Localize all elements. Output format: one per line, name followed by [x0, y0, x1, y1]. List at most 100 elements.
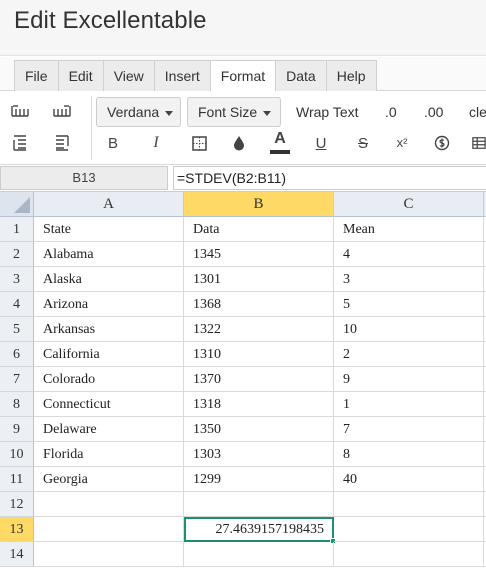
- tab-format[interactable]: Format: [209, 60, 276, 92]
- tab-edit[interactable]: Edit: [57, 60, 103, 91]
- cell-c-4[interactable]: 5: [334, 292, 484, 317]
- row-header[interactable]: 3: [0, 267, 34, 292]
- superscript-button[interactable]: x²: [391, 131, 413, 153]
- cell-a-9[interactable]: Delaware: [34, 417, 184, 442]
- cell-c-13[interactable]: [334, 517, 484, 542]
- column-header-a[interactable]: A: [34, 192, 184, 217]
- row-header[interactable]: 14: [0, 542, 34, 567]
- tab-insert[interactable]: Insert: [153, 60, 210, 91]
- row-header[interactable]: 7: [0, 367, 34, 392]
- title-bar: Edit Excellentable: [0, 0, 486, 56]
- row-header[interactable]: 8: [0, 392, 34, 417]
- currency-icon[interactable]: [431, 132, 453, 154]
- font-family-select[interactable]: Verdana: [96, 97, 181, 127]
- cell-a-14[interactable]: [34, 542, 184, 567]
- cell-a-1[interactable]: State: [34, 217, 184, 242]
- cell-b-4[interactable]: 1368: [184, 292, 334, 317]
- italic-button[interactable]: I: [145, 132, 167, 154]
- spreadsheet-grid: A B C 1 State Data Mean 2 Alabama 1345 4 3 Alaska…: [0, 192, 486, 569]
- formula-input[interactable]: =STDEV(B2:B11): [173, 166, 486, 190]
- increase-decimal-button[interactable]: .00: [424, 97, 443, 127]
- cell-c-8[interactable]: 1: [334, 392, 484, 417]
- cell-b-1[interactable]: Data: [184, 217, 334, 242]
- cell-c-1[interactable]: Mean: [334, 217, 484, 242]
- font-color-swatch: [270, 150, 290, 154]
- font-color-glyph: A: [274, 130, 286, 147]
- cell-b-5[interactable]: 1322: [184, 317, 334, 342]
- cell-b-10[interactable]: 1303: [184, 442, 334, 467]
- fill-color-icon[interactable]: [228, 132, 250, 154]
- cell-b-8[interactable]: 1318: [184, 392, 334, 417]
- cell-a-3[interactable]: Alaska: [34, 267, 184, 292]
- cell-a-12[interactable]: [34, 492, 184, 517]
- row-header[interactable]: 5: [0, 317, 34, 342]
- column-header-b[interactable]: B: [184, 192, 334, 217]
- cell-c-10[interactable]: 8: [334, 442, 484, 467]
- row-header[interactable]: 2: [0, 242, 34, 267]
- font-color-button[interactable]: A: [268, 127, 292, 157]
- cell-a-2[interactable]: Alabama: [34, 242, 184, 267]
- cell-a-7[interactable]: Colorado: [34, 367, 184, 392]
- select-all-corner[interactable]: [0, 192, 34, 217]
- cell-b-6[interactable]: 1310: [184, 342, 334, 367]
- tab-data[interactable]: Data: [275, 60, 326, 91]
- excellentable-editor: Edit Excellentable File Edit View Insert…: [0, 0, 486, 569]
- cell-c-5[interactable]: 10: [334, 317, 484, 342]
- cell-a-6[interactable]: California: [34, 342, 184, 367]
- tab-help[interactable]: Help: [325, 60, 377, 91]
- page-title: Edit Excellentable: [14, 7, 207, 34]
- insert-column-right-icon[interactable]: [50, 100, 74, 122]
- cell-a-4[interactable]: Arizona: [34, 292, 184, 317]
- tab-view[interactable]: View: [102, 60, 154, 91]
- cell-a-11[interactable]: Georgia: [34, 467, 184, 492]
- cell-c-6[interactable]: 2: [334, 342, 484, 367]
- cell-b-14[interactable]: [184, 542, 334, 567]
- decrease-decimal-button[interactable]: .0: [385, 97, 397, 127]
- chevron-down-icon: [165, 110, 174, 116]
- tab-file[interactable]: File: [14, 60, 58, 91]
- cell-b-11[interactable]: 1299: [184, 467, 334, 492]
- font-size-select[interactable]: Font Size: [187, 97, 281, 127]
- row-header[interactable]: 1: [0, 217, 34, 242]
- insert-column-left-icon[interactable]: [8, 100, 32, 122]
- cell-c-9[interactable]: 7: [334, 417, 484, 442]
- row-header[interactable]: 13: [0, 517, 34, 542]
- cell-a-8[interactable]: Connecticut: [34, 392, 184, 417]
- insert-row-below-icon[interactable]: [50, 132, 74, 154]
- row-header[interactable]: 4: [0, 292, 34, 317]
- border-icon[interactable]: [188, 132, 210, 154]
- cell-c-11[interactable]: 40: [334, 467, 484, 492]
- column-header-c[interactable]: C: [334, 192, 484, 217]
- cell-c-7[interactable]: 9: [334, 367, 484, 392]
- underline-button[interactable]: U: [310, 132, 332, 154]
- cell-b-9[interactable]: 1350: [184, 417, 334, 442]
- cell-b-2[interactable]: 1345: [184, 242, 334, 267]
- cell-a-13[interactable]: [34, 517, 184, 542]
- menu-tabs: File Edit View Insert Format Data Help: [14, 60, 377, 92]
- row-header[interactable]: 9: [0, 417, 34, 442]
- format-toolbar: Verdana Font Size Wrap Text .0 .00 cle B…: [0, 91, 486, 165]
- toolbar-separator: [91, 96, 92, 160]
- cell-a-5[interactable]: Arkansas: [34, 317, 184, 342]
- cell-reference-box[interactable]: B13: [0, 166, 168, 190]
- cell-a-10[interactable]: Florida: [34, 442, 184, 467]
- insert-row-above-icon[interactable]: [8, 132, 32, 154]
- cell-b-12[interactable]: [184, 492, 334, 517]
- cell-c-14[interactable]: [334, 542, 484, 567]
- active-cell[interactable]: 27.4639157198435: [184, 517, 334, 542]
- cell-c-2[interactable]: 4: [334, 242, 484, 267]
- row-header[interactable]: 6: [0, 342, 34, 367]
- formula-bar: B13 =STDEV(B2:B11): [0, 165, 486, 192]
- bold-button[interactable]: B: [102, 132, 124, 154]
- row-header[interactable]: 11: [0, 467, 34, 492]
- cell-c-3[interactable]: 3: [334, 267, 484, 292]
- wrap-text-button[interactable]: Wrap Text: [296, 97, 359, 127]
- table-format-icon[interactable]: [472, 132, 486, 154]
- strikethrough-button[interactable]: S: [352, 132, 374, 154]
- cell-b-7[interactable]: 1370: [184, 367, 334, 392]
- row-header[interactable]: 10: [0, 442, 34, 467]
- clear-button[interactable]: cle: [469, 97, 486, 127]
- cell-c-12[interactable]: [334, 492, 484, 517]
- cell-b-3[interactable]: 1301: [184, 267, 334, 292]
- row-header[interactable]: 12: [0, 492, 34, 517]
